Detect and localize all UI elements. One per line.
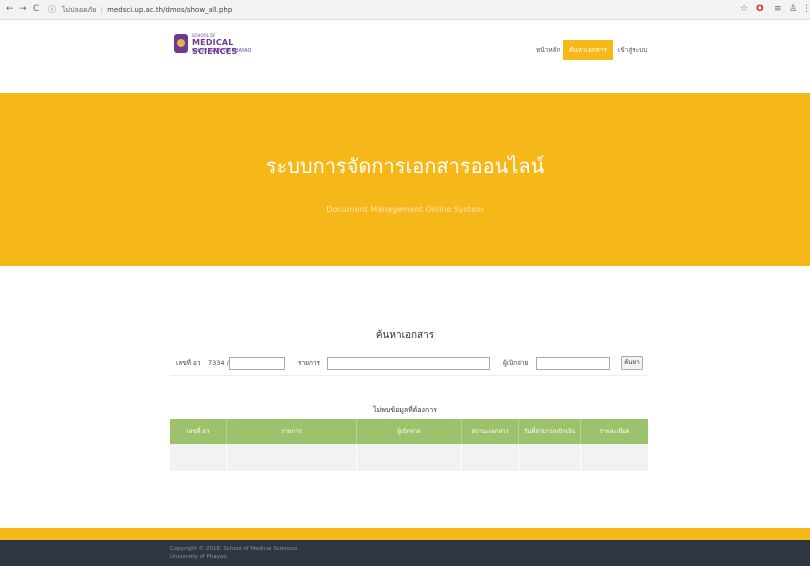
column-header-details[interactable]: รายละเอียด <box>581 419 648 444</box>
site-footer: Copyright © 2018, School of Medical Scie… <box>0 540 810 566</box>
owner-label: ผู้เบิกจ่าย <box>503 359 529 367</box>
nav-search-documents[interactable]: ค้นหาเอกสาร <box>563 40 613 60</box>
nav-home[interactable]: หน้าหลัก <box>530 40 567 60</box>
address-bar[interactable]: ไม่ปลอดภัย | medsci.up.ac.th/dmos/show_a… <box>62 5 232 15</box>
university-seal-icon <box>174 34 188 53</box>
footer-copyright: Copyright © 2018, School of Medical Scie… <box>170 545 297 561</box>
profile-icon[interactable]: ♙ <box>789 3 797 15</box>
logo-line-3: UNIVERSITY OF PHAYAO <box>192 48 252 54</box>
hero-banner: ระบบการจัดการเอกสารออนไลน์ Document Mana… <box>0 93 810 266</box>
doc-number-label: เลขที่ อว <box>176 359 201 367</box>
menu-icon[interactable]: ⋮ <box>802 3 810 15</box>
item-label: รายการ <box>298 359 321 367</box>
search-form: เลขที่ อว 7334 / รายการ ผู้เบิกจ่าย ค้นห… <box>170 351 648 376</box>
search-title: ค้นหาเอกสาร <box>375 330 435 341</box>
table-cell <box>462 444 519 471</box>
site-logo[interactable]: SCHOOL OF MEDICAL SCIENCES UNIVERSITY OF… <box>170 31 266 57</box>
table-cell <box>581 444 648 471</box>
footer-stripe <box>0 528 810 540</box>
nav-login[interactable]: เข้าสู่ระบบ <box>612 40 654 60</box>
table-cell <box>227 444 357 471</box>
star-icon[interactable]: ☆ <box>740 3 748 15</box>
search-button[interactable]: ค้นหา <box>621 356 643 370</box>
column-header-status[interactable]: สถานะเอกสาร <box>462 419 519 444</box>
table-row <box>170 444 648 471</box>
doc-number-input[interactable] <box>229 357 285 370</box>
security-status: ไม่ปลอดภัย <box>62 6 97 14</box>
university-text: University of Phayao <box>170 554 227 560</box>
reload-icon[interactable]: C <box>33 4 39 15</box>
table-cell <box>170 444 227 471</box>
item-input[interactable] <box>327 357 490 370</box>
owner-input[interactable] <box>536 357 610 370</box>
hero-title: ระบบการจัดการเอกสารออนไลน์ <box>265 154 545 178</box>
column-header-item[interactable]: รายการ <box>227 419 357 444</box>
forward-arrow-icon[interactable]: → <box>19 4 27 15</box>
table-cell <box>519 444 581 471</box>
doc-number-prefix: 7334 / <box>208 359 229 367</box>
column-header-payable-date[interactable]: วันที่สามารถเบิกเงิน <box>519 419 581 444</box>
copyright-text: Copyright © 2018, School of Medical Scie… <box>170 546 298 552</box>
column-header-owner[interactable]: ผู้เบิกจ่าย <box>357 419 462 444</box>
table-cell <box>357 444 462 471</box>
back-arrow-icon[interactable]: ← <box>6 4 14 15</box>
table-header: เลขที่ อว รายการ ผู้เบิกจ่าย สถานะเอกสาร… <box>170 419 648 444</box>
hero-subtitle: Document Management Online System <box>326 205 484 214</box>
column-header-doc-number[interactable]: เลขที่ อว <box>170 419 227 444</box>
url-text: medsci.up.ac.th/dmos/show_all.php <box>107 6 233 14</box>
no-results-message: ไม่พบข้อมูลที่ต้องการ <box>373 406 437 414</box>
info-icon[interactable]: ⓘ <box>48 4 56 15</box>
opera-icon[interactable]: O <box>756 3 764 15</box>
site-header <box>0 20 810 93</box>
extension-icon[interactable]: ≡ <box>774 3 782 15</box>
url-separator: | <box>100 6 103 14</box>
browser-toolbar: ← → C ⓘ ไม่ปลอดภัย | medsci.up.ac.th/dmo… <box>0 0 810 20</box>
